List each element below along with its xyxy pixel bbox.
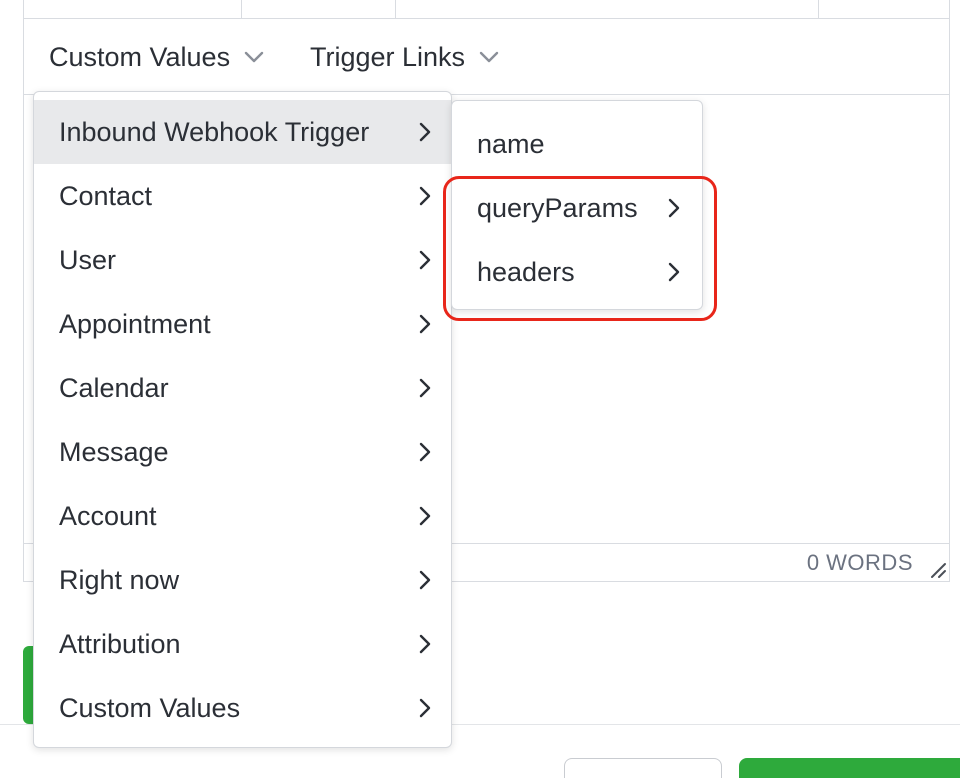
chevron-right-icon	[417, 505, 433, 527]
chevron-right-icon	[417, 697, 433, 719]
toolbar-separator	[241, 0, 242, 19]
submenu-item-label: queryParams	[477, 192, 638, 223]
menu-item-label: Contact	[59, 180, 153, 211]
trigger-links-dropdown[interactable]: Trigger Links	[310, 41, 499, 73]
page: Custom Values Trigger Links 0 WORDS Inbo…	[0, 0, 960, 778]
menu-item-label: Calendar	[59, 372, 169, 403]
toolbar-separator	[818, 0, 819, 19]
menu-item-label: Right now	[59, 564, 180, 595]
editor-toolbar: Custom Values Trigger Links	[24, 19, 949, 95]
word-count: 0 WORDS	[806, 550, 913, 575]
custom-values-dropdown-label: Custom Values	[49, 41, 231, 72]
submenu-item-label: name	[477, 128, 545, 159]
submenu-item-name[interactable]: name	[452, 112, 702, 176]
chevron-down-icon	[244, 47, 264, 67]
custom-values-dropdown[interactable]: Custom Values	[49, 41, 264, 73]
menu-item-inbound-webhook-trigger[interactable]: Inbound Webhook Trigger	[34, 100, 451, 164]
chevron-right-icon	[666, 197, 682, 219]
save-button[interactable]	[739, 758, 960, 778]
chevron-right-icon	[417, 185, 433, 207]
menu-item-appointment[interactable]: Appointment	[34, 292, 451, 356]
chevron-right-icon	[417, 313, 433, 335]
menu-item-account[interactable]: Account	[34, 484, 451, 548]
resize-handle-icon[interactable]	[929, 561, 947, 579]
trigger-links-dropdown-label: Trigger Links	[310, 41, 466, 72]
chevron-right-icon	[417, 377, 433, 399]
chevron-right-icon	[417, 633, 433, 655]
menu-item-contact[interactable]: Contact	[34, 164, 451, 228]
chevron-right-icon	[417, 569, 433, 591]
chevron-right-icon	[417, 121, 433, 143]
menu-item-label: User	[59, 244, 117, 275]
inbound-webhook-submenu: name queryParams headers	[451, 100, 703, 310]
menu-item-attribution[interactable]: Attribution	[34, 612, 451, 676]
menu-item-label: Custom Values	[59, 692, 241, 723]
menu-item-custom-values[interactable]: Custom Values	[34, 676, 451, 740]
custom-values-menu: Inbound Webhook Trigger Contact User App…	[33, 91, 452, 748]
menu-item-right-now[interactable]: Right now	[34, 548, 451, 612]
chevron-right-icon	[666, 261, 682, 283]
submenu-item-label: headers	[477, 256, 575, 287]
menu-item-label: Message	[59, 436, 169, 467]
menu-item-label: Attribution	[59, 628, 181, 659]
cancel-button[interactable]	[564, 758, 722, 778]
chevron-down-icon	[479, 47, 499, 67]
editor-top-toolbar-row	[24, 0, 949, 19]
menu-item-user[interactable]: User	[34, 228, 451, 292]
submenu-item-queryparams[interactable]: queryParams	[452, 176, 702, 240]
toolbar-separator	[395, 0, 396, 19]
chevron-right-icon	[417, 249, 433, 271]
menu-item-label: Appointment	[59, 308, 211, 339]
submenu-item-headers[interactable]: headers	[452, 240, 702, 304]
menu-item-label: Inbound Webhook Trigger	[59, 116, 370, 147]
menu-item-label: Account	[59, 500, 157, 531]
chevron-right-icon	[417, 441, 433, 463]
menu-item-calendar[interactable]: Calendar	[34, 356, 451, 420]
menu-item-message[interactable]: Message	[34, 420, 451, 484]
